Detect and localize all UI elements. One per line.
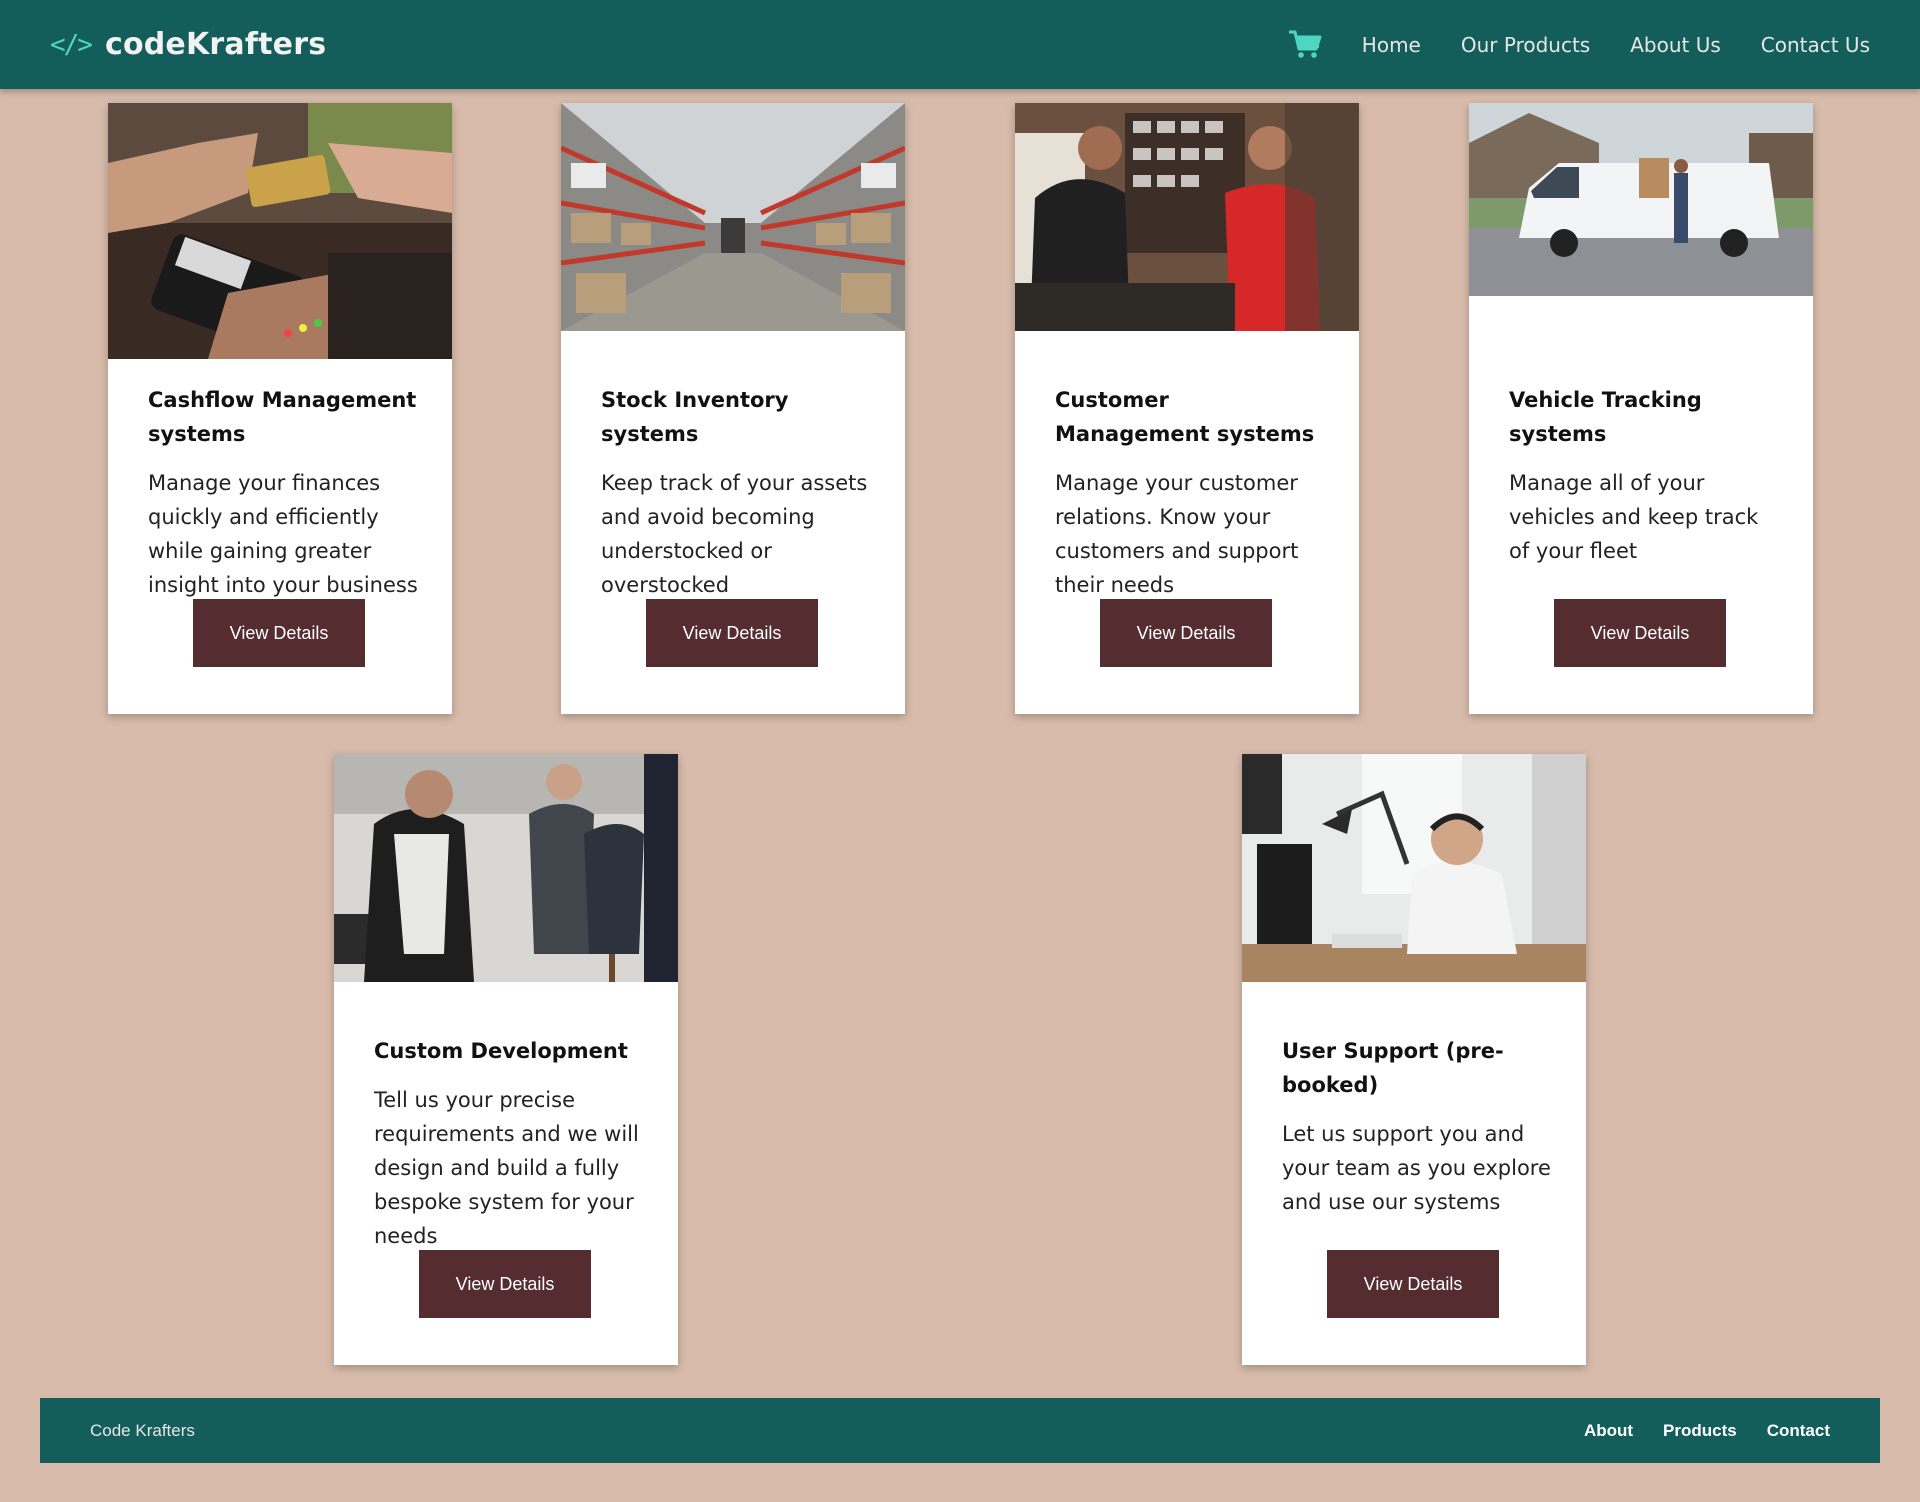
footer-link-products[interactable]: Products — [1663, 1421, 1737, 1441]
view-details-button[interactable]: View Details — [1100, 599, 1272, 667]
footer-link-contact[interactable]: Contact — [1767, 1421, 1830, 1441]
card-payment-terminal-photo — [108, 103, 452, 359]
brand-logo[interactable]: </> codeKrafters — [50, 0, 326, 89]
card-body: Vehicle Tracking systems Manage all of y… — [1509, 383, 1783, 568]
view-details-button[interactable]: View Details — [419, 1250, 591, 1318]
card-title: Stock Inventory systems — [601, 388, 789, 446]
card-description: Let us support you and your team as you … — [1282, 1122, 1551, 1214]
nav-our-products[interactable]: Our Products — [1461, 33, 1590, 57]
product-card-vehicle-tracking: Vehicle Tracking systems Manage all of y… — [1469, 103, 1813, 714]
footer-brand: Code Krafters — [90, 1420, 195, 1440]
nav-about-us[interactable]: About Us — [1630, 33, 1721, 57]
site-header: </> codeKrafters Home Our Products About… — [0, 0, 1920, 89]
product-card-user-support: User Support (pre-booked) Let us support… — [1242, 754, 1586, 1365]
warehouse-shelves-photo — [561, 103, 905, 331]
view-details-button[interactable]: View Details — [1327, 1250, 1499, 1318]
brand-name: codeKrafters — [104, 27, 327, 62]
footer-nav: About Products Contact — [1554, 1421, 1830, 1441]
card-title: User Support (pre-booked) — [1282, 1039, 1504, 1097]
view-details-button[interactable]: View Details — [193, 599, 365, 667]
card-title: Customer Management systems — [1055, 388, 1315, 446]
tailor-fitting-photo — [334, 754, 678, 982]
nav-home[interactable]: Home — [1362, 33, 1421, 57]
product-card-customer-management: Customer Management systems Manage your … — [1015, 103, 1359, 714]
card-description: Manage your customer relations. Know you… — [1055, 471, 1299, 597]
card-description: Manage your finances quickly and efficie… — [148, 471, 418, 597]
shopping-cart-icon[interactable] — [1288, 30, 1322, 60]
card-body: Cashflow Management systems Manage your … — [148, 383, 422, 602]
card-title: Custom Development — [374, 1039, 628, 1063]
product-card-custom-development: Custom Development Tell us your precise … — [334, 754, 678, 1365]
code-brackets-icon: </> — [50, 29, 93, 60]
card-description: Manage all of your vehicles and keep tra… — [1509, 471, 1759, 563]
view-details-button[interactable]: View Details — [646, 599, 818, 667]
card-body: Custom Development Tell us your precise … — [374, 1034, 648, 1253]
card-title: Cashflow Management systems — [148, 388, 417, 446]
card-description: Keep track of your assets and avoid beco… — [601, 471, 868, 597]
footer-link-about[interactable]: About — [1584, 1421, 1633, 1441]
product-card-stock-inventory: Stock Inventory systems Keep track of yo… — [561, 103, 905, 714]
main-nav: Home Our Products About Us Contact Us — [1288, 0, 1870, 89]
card-description: Tell us your precise requirements and we… — [374, 1088, 639, 1248]
card-body: Customer Management systems Manage your … — [1055, 383, 1329, 602]
view-details-button[interactable]: View Details — [1554, 599, 1726, 667]
card-body: Stock Inventory systems Keep track of yo… — [601, 383, 875, 602]
delivery-van-photo — [1469, 103, 1813, 296]
shop-customer-conversation-photo — [1015, 103, 1359, 331]
card-body: User Support (pre-booked) Let us support… — [1282, 1034, 1556, 1219]
support-agent-headset-photo — [1242, 754, 1586, 982]
site-footer: Code Krafters About Products Contact — [40, 1398, 1880, 1463]
product-card-cashflow: Cashflow Management systems Manage your … — [108, 103, 452, 714]
card-title: Vehicle Tracking systems — [1509, 388, 1702, 446]
nav-contact-us[interactable]: Contact Us — [1761, 33, 1870, 57]
